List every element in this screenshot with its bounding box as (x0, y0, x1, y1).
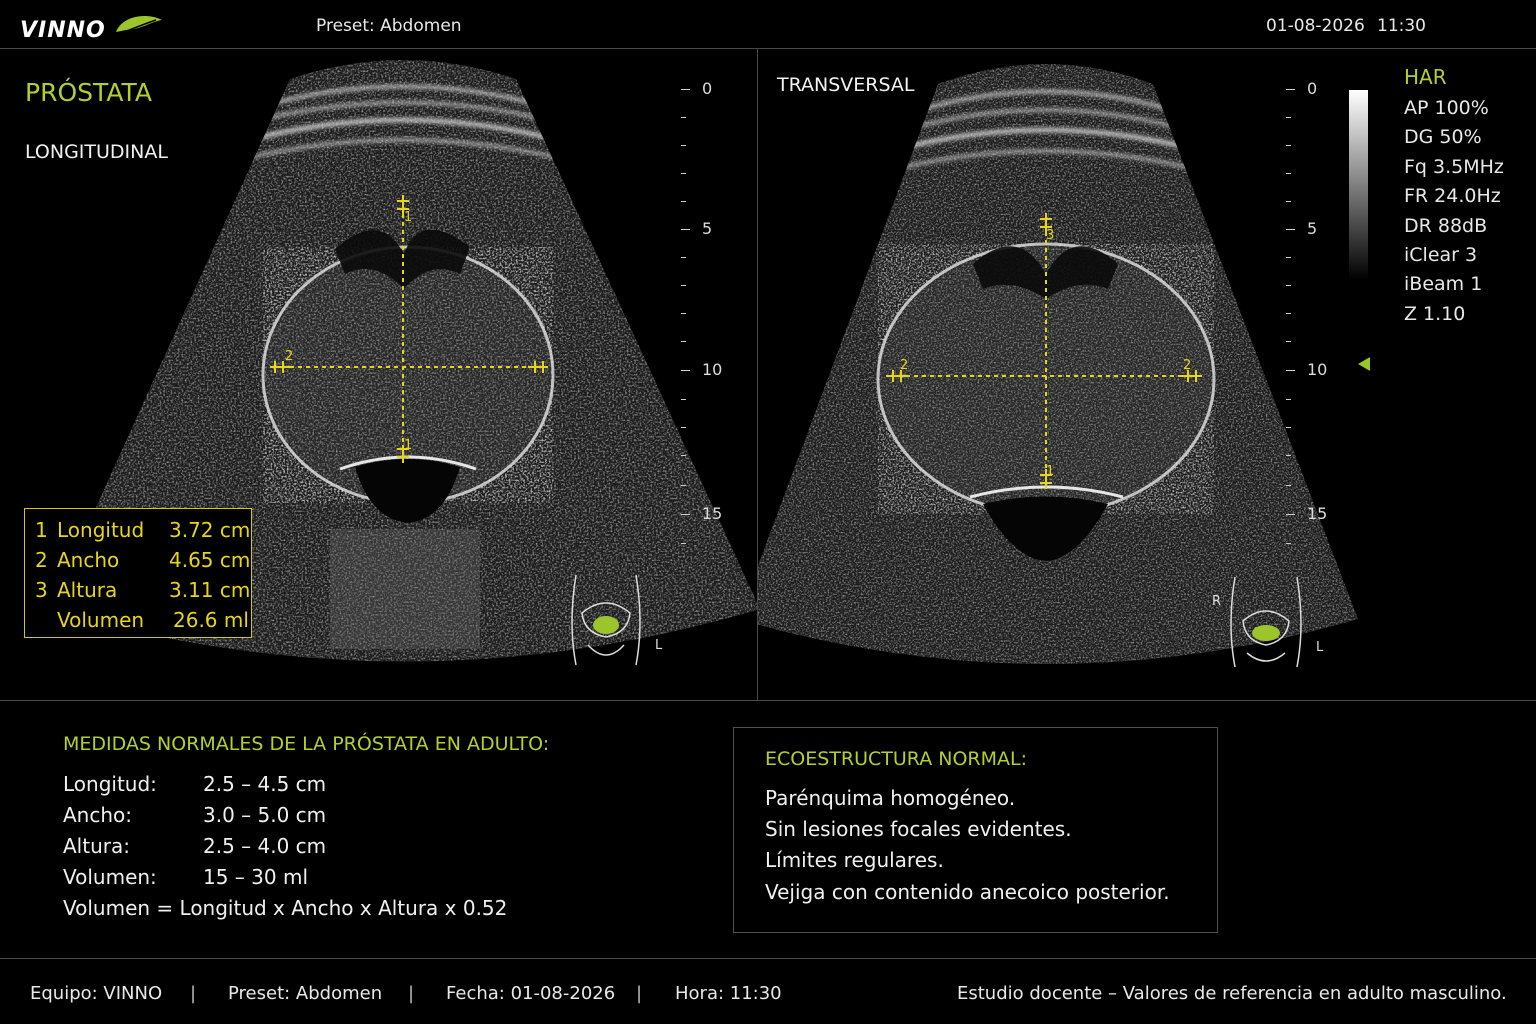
footer-separator: | (408, 983, 415, 1004)
depth-label: 10 (1307, 360, 1328, 379)
footer-separator: | (636, 983, 643, 1004)
depth-label: 0 (702, 79, 713, 98)
footer-note: Estudio docente – Valores de referencia … (957, 983, 1507, 1004)
caliper-label: 2 (1183, 358, 1191, 373)
body-marker-side-label: L (655, 638, 663, 653)
depth-label: 15 (702, 504, 723, 523)
normal-measures-title: MEDIDAS NORMALES DE LA PRÓSTATA EN ADULT… (63, 733, 550, 755)
leaf-icon (116, 16, 162, 35)
imaging-parameters: AP 100% DG 50% Fq 3.5MHz FR 24.0Hz DR 88… (1404, 94, 1504, 329)
caliper-label: 1 (404, 438, 412, 453)
body-marker-left-side-label: L (1316, 640, 1324, 655)
mode-label: HAR (1404, 65, 1447, 89)
normal-measure-value: 3.0 – 5.0 cm (203, 803, 327, 827)
param-dr: DR 88dB (1404, 214, 1488, 237)
depth-label: 5 (1307, 219, 1318, 238)
vinno-logo: VINNO (20, 10, 162, 44)
caliper-label: 1 (1046, 464, 1054, 479)
param-zoom: Z 1.10 (1404, 302, 1466, 325)
param-ibeam: iBeam 1 (1404, 273, 1483, 296)
depth-label: 0 (1307, 79, 1318, 98)
caliper-label: 2 (285, 349, 293, 364)
param-fq: Fq 3.5MHz (1404, 155, 1504, 178)
pelvis-body-marker-icon (571, 574, 641, 666)
normal-measure-label: Ancho: (63, 803, 133, 827)
footer-time: Hora: 11:30 (675, 983, 782, 1004)
header-date: 01-08-2026 (1266, 16, 1365, 36)
normal-measure-label: Longitud: (63, 772, 157, 796)
echostructure-title: ECOESTRUCTURA NORMAL: (765, 748, 1028, 770)
echostructure-line: Parénquima homogéneo. (765, 786, 1016, 810)
grayscale-bar (1349, 90, 1368, 280)
logo-text: VINNO (20, 18, 106, 43)
depth-label: 10 (702, 360, 723, 379)
footer-separator: | (190, 983, 197, 1004)
footer-date: Fecha: 01-08-2026 (446, 983, 616, 1004)
header-preset: Preset: Abdomen (316, 16, 462, 36)
param-iclear: iClear 3 (1404, 244, 1478, 267)
param-fr: FR 24.0Hz (1404, 185, 1501, 208)
echostructure-box: ECOESTRUCTURA NORMAL: Parénquima homogén… (733, 727, 1218, 933)
caliper-label: 2 (900, 358, 908, 373)
footer-divider (0, 958, 1536, 959)
echostructure-line: Sin lesiones focales evidentes. (765, 817, 1072, 841)
depth-label: 15 (1307, 504, 1328, 523)
normal-measure-value: 2.5 – 4.5 cm (203, 772, 327, 796)
param-dg: DG 50% (1404, 126, 1482, 149)
echostructure-line: Límites regulares. (765, 848, 944, 872)
measurement-results-box: 1 Longitud 3.72 cm 2 Ancho 4.65 cm 3 Alt… (24, 508, 252, 638)
param-ap: AP 100% (1404, 97, 1489, 119)
footer-preset: Preset: Abdomen (228, 983, 383, 1004)
depth-label: 5 (702, 219, 713, 238)
normal-measure-label: Volumen: (63, 865, 157, 889)
caliper-label: 1 (404, 210, 412, 225)
header-time: 11:30 (1377, 16, 1426, 36)
caliper-label: 3 (1046, 228, 1054, 243)
normal-measure-value: 15 – 30 ml (203, 865, 309, 889)
image-divider (0, 700, 1536, 701)
volume-formula: Volumen = Longitud x Ancho x Altura x 0.… (63, 896, 508, 920)
focus-marker-icon[interactable] (1357, 356, 1371, 372)
pelvis-body-marker-icon (1230, 576, 1302, 668)
footer-equipment: Equipo: VINNO (30, 983, 163, 1004)
body-marker-right-side-label: R (1212, 594, 1222, 609)
echostructure-line: Vejiga con contenido anecoico posterior. (765, 880, 1170, 904)
normal-measure-value: 2.5 – 4.0 cm (203, 834, 327, 858)
normal-measure-label: Altura: (63, 834, 130, 858)
